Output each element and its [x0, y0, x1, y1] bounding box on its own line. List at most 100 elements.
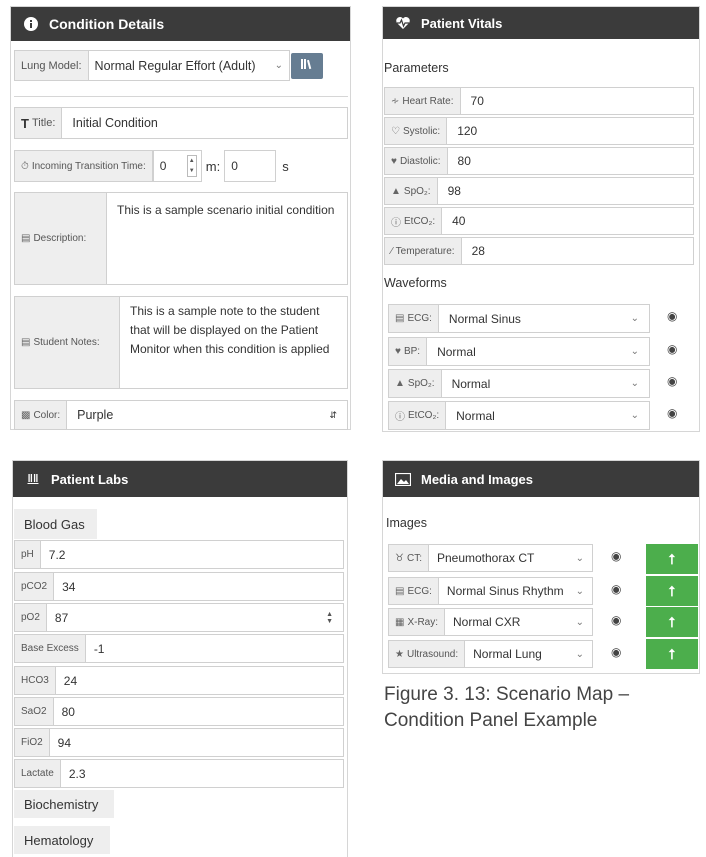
vital-param-label: Diastolic:	[399, 155, 441, 167]
image-label-cell: ▤ ECG:	[389, 578, 439, 604]
heart-rate-input[interactable]: 70	[461, 88, 693, 114]
eye-icon[interactable]: ◉	[667, 342, 677, 356]
ct-image-select[interactable]: Pneumothorax CT ⌄	[429, 545, 592, 571]
color-label-cell: ▩ Color:	[15, 401, 68, 429]
pco2-input[interactable]: 34	[54, 573, 343, 600]
heart-icon: ♥	[395, 346, 401, 357]
thumbs-up-icon: ▲	[395, 378, 405, 389]
eye-icon[interactable]: ◉	[667, 374, 677, 388]
vital-param-row: ∕ Temperature: 28	[384, 237, 694, 265]
image-row: ★ Ultrasound: Normal Lung ⌄	[388, 640, 593, 668]
comment-icon: ▤	[21, 337, 31, 348]
hematology-tab[interactable]: Hematology	[14, 826, 110, 854]
ecg-waveform-select[interactable]: Normal Sinus ⌄	[439, 305, 649, 332]
diastolic-input[interactable]: 80	[448, 148, 693, 174]
color-select[interactable]: Purple ⇵	[67, 401, 347, 429]
waveform-label-cell: ⓘ EtCO₂:	[389, 402, 447, 429]
student-notes-label: Student Notes:	[33, 337, 100, 348]
person-icon: ★	[395, 648, 404, 660]
eye-icon[interactable]: ◉	[611, 549, 621, 563]
xray-image-select[interactable]: Normal CXR ⌄	[445, 609, 592, 635]
chevron-down-icon: ⌄	[630, 313, 639, 324]
lab-label: HCO3	[15, 667, 56, 694]
student-notes-textarea[interactable]: This is a sample note to the student tha…	[120, 297, 347, 388]
title-row: T Title: Initial Condition	[14, 107, 348, 139]
lab-label: pH	[15, 541, 41, 568]
eye-icon[interactable]: ◉	[611, 582, 621, 596]
heartbeat-icon	[395, 15, 411, 31]
base-excess-input[interactable]: -1	[86, 635, 343, 662]
upload-button[interactable]: ⭡	[646, 607, 698, 637]
ultrasound-image-select[interactable]: Normal Lung ⌄	[465, 641, 592, 667]
transition-label: Incoming Transition Time:	[31, 160, 146, 172]
description-label: Description:	[33, 233, 87, 244]
vital-param-row: ▲ SpO₂: 98	[384, 177, 694, 205]
eye-icon[interactable]: ◉	[611, 645, 621, 659]
vital-param-label: Heart Rate:	[402, 95, 454, 107]
blood-gas-tab[interactable]: Blood Gas	[14, 509, 97, 539]
lung-model-row: Lung Model: Normal Regular Effort (Adult…	[14, 50, 290, 81]
waveform-value: Normal Sinus	[448, 311, 521, 326]
hco3-input[interactable]: 24	[56, 667, 343, 694]
color-row: ▩ Color: Purple ⇵	[14, 400, 348, 430]
po2-input[interactable]: 87 ▲ ▼	[47, 604, 343, 631]
figure-caption-line2: Condition Panel Example	[384, 710, 598, 731]
waveform-row: ♥ BP: Normal ⌄	[388, 337, 650, 366]
upload-button[interactable]: ⭡	[646, 544, 698, 574]
waveform-label: ECG:	[407, 313, 432, 324]
title-label: Title:	[31, 117, 56, 129]
condition-details-title: Condition Details	[49, 16, 165, 32]
lung-model-label: Lung Model:	[15, 51, 89, 80]
patient-vitals-header: Patient Vitals	[383, 7, 699, 39]
waveform-label-cell: ♥ BP:	[389, 338, 428, 365]
upload-button[interactable]: ⭡	[646, 576, 698, 606]
lab-label: Lactate	[15, 760, 61, 787]
sao2-input[interactable]: 80	[54, 698, 343, 725]
spo2-input[interactable]: 98	[438, 178, 693, 204]
images-heading: Images	[386, 516, 427, 530]
vital-param-row: ♥ Diastolic: 80	[384, 147, 694, 175]
upload-button[interactable]: ⭡	[646, 639, 698, 669]
image-label: ECG:	[407, 585, 432, 597]
transition-m-unit: m:	[205, 158, 221, 174]
eye-icon[interactable]: ◉	[667, 309, 677, 323]
chevron-down-icon: ⌄	[575, 648, 584, 660]
systolic-input[interactable]: 120	[447, 118, 693, 144]
comment-icon: ▤	[21, 233, 31, 244]
image-row: ▦ X-Ray: Normal CXR ⌄	[388, 608, 593, 636]
lab-row: HCO3 24	[14, 666, 344, 695]
chevron-down-icon: ⌄	[274, 60, 283, 71]
lactate-input[interactable]: 2.3	[61, 760, 343, 787]
bp-waveform-select[interactable]: Normal ⌄	[427, 338, 649, 365]
condition-details-header: Condition Details	[11, 7, 350, 41]
chevron-down-icon: ⌄	[575, 552, 584, 564]
etco2-waveform-select[interactable]: Normal ⌄	[446, 402, 649, 429]
ph-input[interactable]: 7.2	[41, 541, 343, 568]
fio2-input[interactable]: 94	[50, 729, 343, 756]
lab-row: pH 7.2	[14, 540, 344, 569]
transition-minutes-input[interactable]: 0 ▲ ▼	[152, 150, 202, 182]
waveform-label: EtCO₂:	[408, 410, 440, 421]
transition-row: ⏱ Incoming Transition Time: 0 ▲ ▼ m: 0 s	[14, 150, 348, 182]
transition-seconds-input[interactable]: 0	[224, 150, 277, 182]
patient-labs-header: ‖‖ Patient Labs	[13, 461, 347, 497]
lab-label: Base Excess	[15, 635, 86, 662]
temperature-input[interactable]: 28	[462, 238, 693, 264]
ecg-image-select[interactable]: Normal Sinus Rhythm ⌄	[439, 578, 592, 604]
biochemistry-tab[interactable]: Biochemistry	[14, 790, 114, 818]
eye-icon[interactable]: ◉	[611, 613, 621, 627]
image-value: Normal CXR	[453, 615, 521, 629]
heart-icon: ♥	[391, 155, 397, 167]
thumbs-up-icon: ▲	[391, 185, 401, 197]
description-label-cell: ▤ Description:	[15, 193, 107, 284]
spinner-icon[interactable]: ▲ ▼	[326, 611, 333, 625]
etco2-input[interactable]: 40	[442, 208, 693, 234]
lung-model-library-button[interactable]	[291, 53, 323, 79]
spinner-icon[interactable]: ▲ ▼	[186, 155, 197, 177]
lung-model-select[interactable]: Normal Regular Effort (Adult) ⌄	[89, 51, 289, 80]
spo2-waveform-select[interactable]: Normal ⌄	[442, 370, 649, 397]
title-input[interactable]: Initial Condition	[62, 108, 347, 138]
lung-model-value: Normal Regular Effort (Adult)	[94, 58, 256, 73]
description-textarea[interactable]: This is a sample scenario initial condit…	[107, 193, 347, 284]
eye-icon[interactable]: ◉	[667, 406, 677, 420]
